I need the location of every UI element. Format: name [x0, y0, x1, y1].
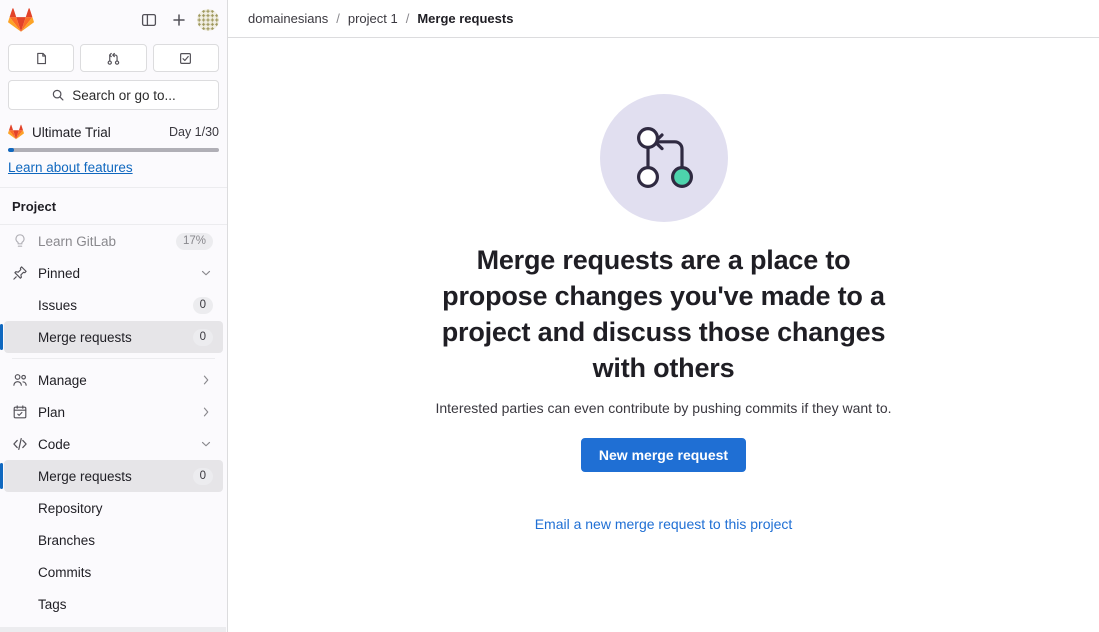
user-avatar[interactable]	[197, 9, 219, 31]
sidebar-item-label: Plan	[38, 404, 66, 420]
todos-icon[interactable]	[152, 44, 219, 72]
merge-requests-icon[interactable]	[80, 44, 147, 72]
sidebar-item-code[interactable]: Code	[4, 428, 223, 460]
new-merge-request-button[interactable]: New merge request	[580, 438, 747, 472]
page-title: Merge requests are a place to propose ch…	[441, 245, 886, 383]
gitlab-logo[interactable]	[8, 7, 34, 33]
trial-header[interactable]: Ultimate Trial Day 1/30	[8, 124, 219, 140]
breadcrumb-item-domainesians[interactable]: domainesians	[248, 11, 328, 26]
breadcrumb-separator: /	[405, 11, 410, 26]
sidebar-item-label: Code	[38, 436, 71, 452]
sidebar-item-percent-badge: 17%	[175, 232, 213, 250]
toggle-sidebar-icon[interactable]	[135, 6, 163, 34]
main-vertical-scrollbar[interactable]	[1088, 0, 1099, 632]
primary-navigation-sidebar: Search or go to... Ultimate Trial Day 1/…	[0, 0, 228, 632]
sidebar-item-merge-requests[interactable]: Merge requests 0	[0, 321, 223, 353]
trial-widget: Ultimate Trial Day 1/30 Learn about feat…	[0, 120, 227, 188]
plus-icon[interactable]	[165, 6, 193, 34]
sidebar-item-label: Merge requests	[38, 468, 132, 484]
sidebar-nav-scroll: Project Learn GitLab 17% Pinned Issues 0 Merg…	[0, 188, 227, 632]
sidebar-item-commits[interactable]: Commits	[4, 556, 223, 588]
sidebar-item-repository[interactable]: Repository	[4, 492, 223, 524]
sidebar-item-count-badge: 0	[192, 467, 213, 485]
pin-icon-wrapper	[12, 265, 28, 281]
sidebar-item-plan[interactable]: Plan	[4, 396, 223, 428]
chevron-down-icon	[201, 270, 211, 276]
chevron-right-icon	[203, 407, 209, 417]
issues-icon[interactable]	[8, 44, 75, 72]
sidebar-item-label: Branches	[38, 532, 96, 548]
code-icon	[13, 437, 27, 451]
sidebar-item-manage[interactable]: Manage	[4, 364, 223, 396]
breadcrumb-separator: /	[336, 11, 340, 26]
gitlab-tanuki-icon	[8, 124, 24, 140]
merge-requests-empty-state: Merge requests are a place to propose ch…	[228, 38, 1099, 632]
chevron-down-icon	[201, 441, 211, 447]
sidebar-item-learn-gitlab: Learn GitLab 17%	[4, 225, 223, 257]
bulb-icon	[15, 234, 25, 247]
chevron-right-icon	[203, 375, 209, 385]
users-icon-wrapper	[12, 372, 28, 388]
sidebar-item-label: Pinned	[38, 265, 81, 281]
sidebar-section-title: Project	[0, 188, 227, 225]
sidebar-quick-actions	[0, 40, 227, 78]
sidebar-item-label: Merge requests	[38, 329, 132, 345]
breadcrumb-item-project-1[interactable]: project 1	[348, 11, 398, 26]
trial-progress-fill	[8, 148, 15, 152]
learn-about-features-link[interactable]: Learn about features	[8, 160, 133, 175]
empty-state-subtitle: Interested parties can even contribute b…	[435, 400, 892, 416]
main-content: domainesians / project 1 / Merge requests Me…	[228, 0, 1099, 632]
sidebar-item-label: Commits	[38, 564, 92, 580]
email-merge-request-link[interactable]: Email a new merge request to this projec…	[535, 516, 793, 532]
sidebar-item-count-badge: 0	[192, 328, 213, 346]
app-root: Search or go to... Ultimate Trial Day 1/…	[0, 0, 1099, 632]
trial-progress-bar	[8, 148, 219, 152]
sidebar-item-tags[interactable]: Tags	[4, 588, 223, 620]
sidebar-item-branches[interactable]: Branches	[4, 524, 223, 556]
calendar-icon-wrapper	[12, 404, 28, 420]
sidebar-item-issues[interactable]: Issues 0	[4, 289, 223, 321]
trial-name: Ultimate Trial	[32, 124, 111, 140]
sidebar-item-label: Manage	[38, 372, 87, 388]
sidebar-horizontal-scrollbar[interactable]	[0, 627, 226, 632]
sidebar-item-label: Repository	[38, 500, 103, 516]
trial-day-counter: Day 1/30	[168, 125, 219, 139]
code-icon-wrapper	[12, 436, 28, 452]
sidebar-item-label: Learn GitLab	[38, 233, 117, 249]
breadcrumb: domainesians / project 1 / Merge requests	[228, 0, 1099, 38]
merge-request-illustration	[599, 94, 728, 222]
search-input[interactable]: Search or go to...	[8, 80, 219, 110]
sidebar-header-actions	[135, 6, 219, 34]
search-icon	[52, 89, 64, 101]
sidebar-nav-list: Learn GitLab 17% Pinned Issues 0 Merge reques…	[0, 225, 227, 632]
scrollbar-top-divider	[1088, 37, 1099, 38]
breadcrumb-item-merge-requests: Merge requests	[417, 11, 514, 26]
bulb-icon-wrapper	[12, 233, 28, 249]
sidebar-nav-divider	[12, 358, 215, 359]
breadcrumb-list: domainesians / project 1 / Merge requests	[248, 11, 513, 26]
sidebar-item-label: Issues	[38, 297, 78, 313]
sidebar-item-label: Tags	[38, 596, 67, 612]
users-icon	[13, 374, 27, 386]
sidebar-item-merge-requests[interactable]: Merge requests 0	[0, 460, 223, 492]
pin-icon	[13, 266, 27, 280]
sidebar-header	[0, 0, 227, 40]
sidebar-item-pinned[interactable]: Pinned	[4, 257, 223, 289]
sidebar-item-count-badge: 0	[192, 296, 213, 314]
search-placeholder: Search or go to...	[72, 87, 176, 103]
calendar-icon	[13, 405, 27, 419]
